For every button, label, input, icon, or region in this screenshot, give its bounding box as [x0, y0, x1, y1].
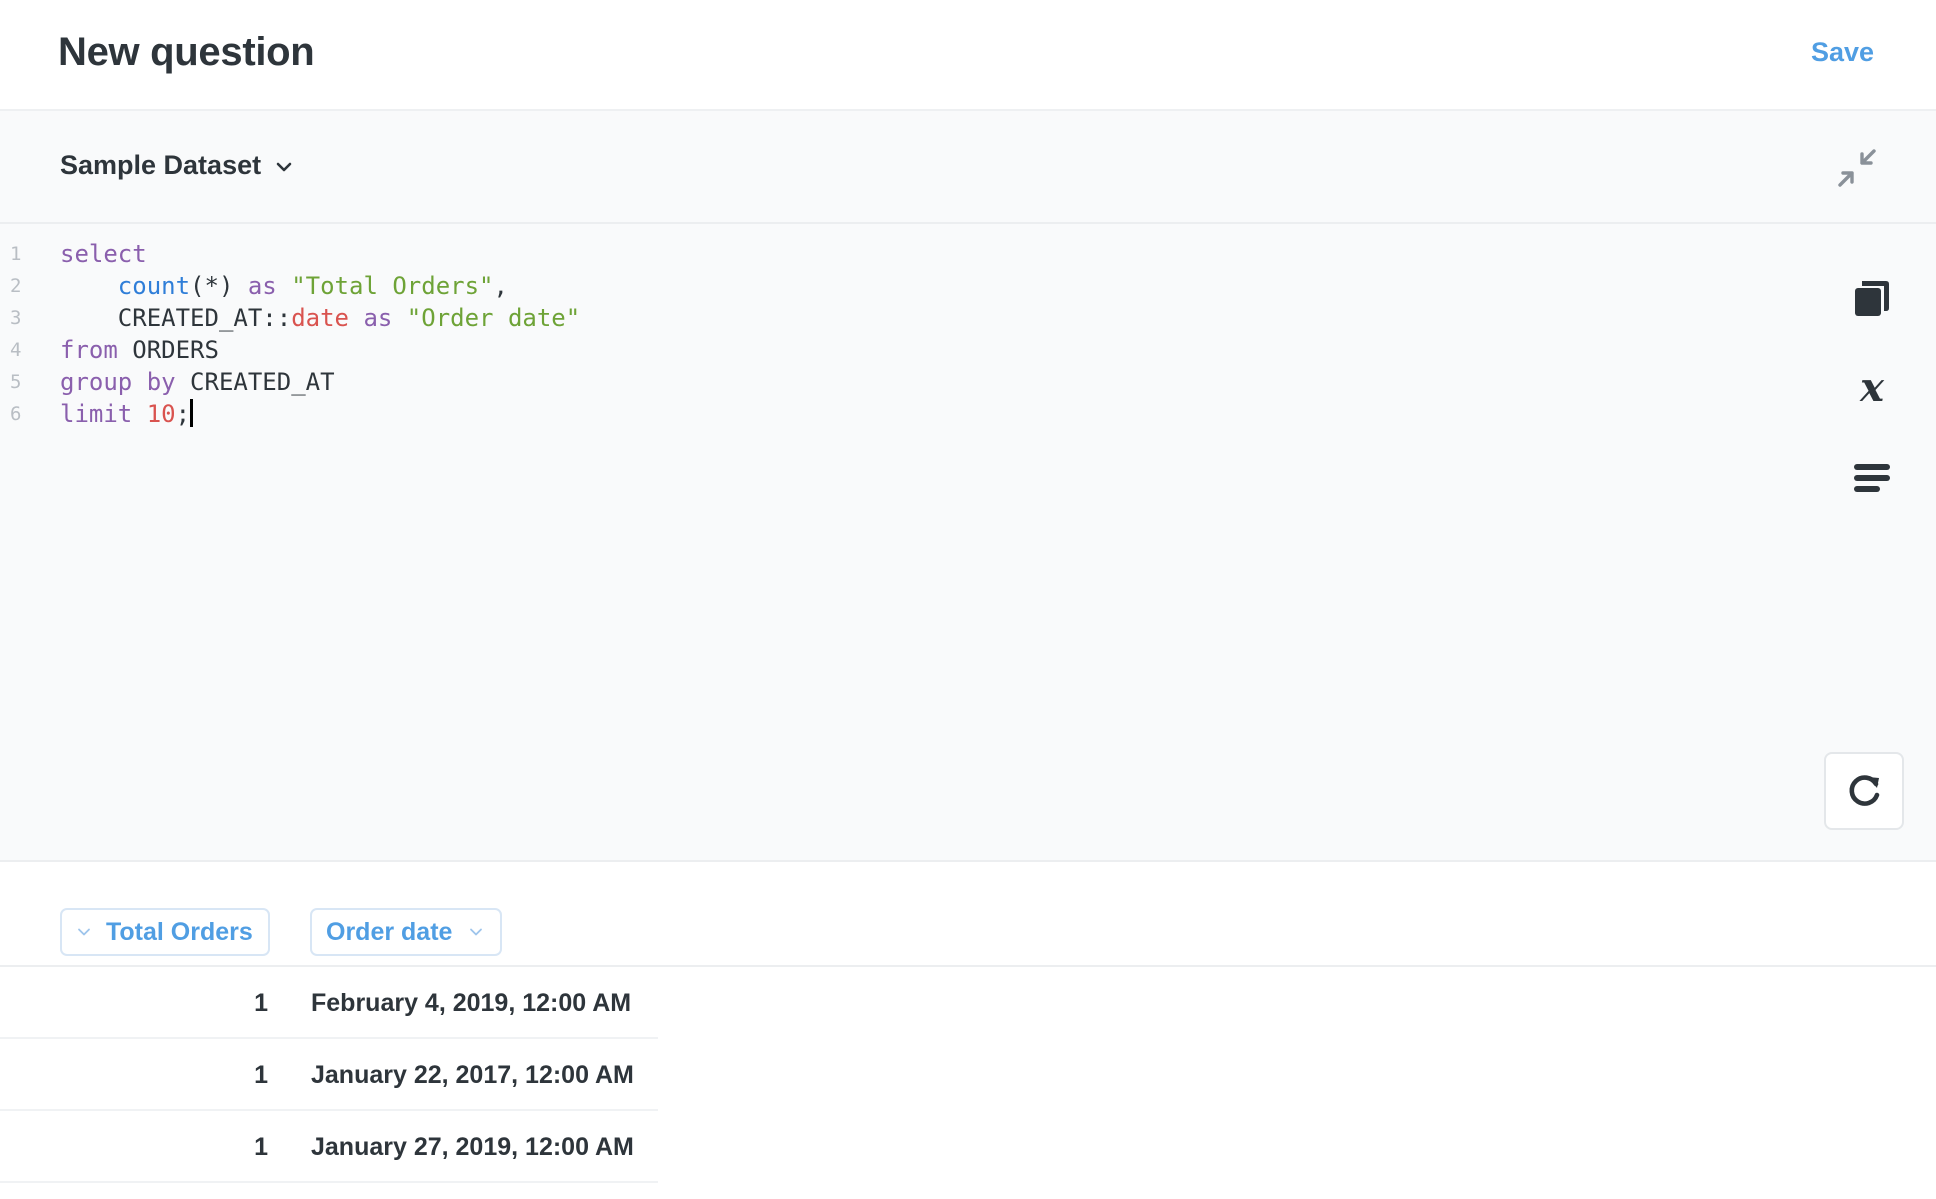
variables-icon: x — [1859, 368, 1885, 408]
chevron-down-icon — [470, 928, 483, 936]
code-token: as — [247, 272, 277, 300]
run-query-button[interactable] — [1824, 752, 1904, 830]
text-cursor — [190, 399, 194, 427]
editor-toolbar: Sample Dataset — [0, 111, 1936, 224]
code-token: "Total Orders" — [291, 272, 494, 300]
code-token: CREATED_AT — [175, 368, 335, 396]
code-text: limit 10; — [60, 398, 194, 430]
results-table: Total Orders Order date 1 February 4, 20… — [0, 864, 1936, 1199]
code-text: group by CREATED_AT — [60, 366, 335, 398]
column-label: Total Orders — [106, 917, 253, 946]
data-reference-icon — [1855, 281, 1889, 316]
sql-editor[interactable]: 1 select 2 count(*) as "Total Orders", 3 CR… — [0, 224, 1936, 1090]
column-header-order-date[interactable]: Order date — [310, 908, 502, 956]
table-header-row: Total Orders Order date — [0, 864, 1936, 967]
table-row[interactable]: 1 January 22, 2017, 12:00 AM — [0, 1039, 658, 1111]
line-number: 6 — [10, 403, 22, 425]
line-number: 2 — [10, 275, 22, 297]
contract-icon[interactable] — [1838, 149, 1876, 187]
code-text: select — [60, 238, 147, 270]
table-row[interactable]: 1 January 27, 2019, 12:00 AM — [0, 1111, 658, 1183]
save-button[interactable]: Save — [1811, 37, 1874, 68]
code-token: count — [117, 272, 191, 300]
line-number: 3 — [10, 307, 22, 329]
code-token: "Order date" — [406, 304, 581, 332]
page-title: New question — [58, 30, 315, 74]
refresh-icon — [1849, 775, 1880, 806]
variables-button[interactable]: x — [1842, 358, 1902, 418]
line-number: 5 — [10, 371, 22, 393]
cell-order-date: February 4, 2019, 12:00 AM — [311, 989, 632, 1017]
code-token: ORDERS — [117, 336, 219, 364]
code-token: limit — [60, 400, 133, 428]
cell-order-date: January 27, 2019, 12:00 AM — [311, 1133, 634, 1161]
code-token: 10 — [146, 400, 176, 428]
line-number: 1 — [10, 243, 22, 265]
cell-total-orders: 1 — [254, 1133, 268, 1161]
cell-order-date: January 22, 2017, 12:00 AM — [311, 1061, 634, 1089]
code-text: CREATED_AT::date as "Order date" — [60, 302, 580, 334]
code-token: date — [291, 304, 349, 332]
code-token: as — [363, 304, 393, 332]
code-token: CREATED_AT:: — [60, 304, 292, 332]
column-label: Order date — [326, 917, 453, 946]
database-picker[interactable]: Sample Dataset — [60, 150, 293, 181]
code-token: from — [60, 336, 118, 364]
code-token: group by — [60, 368, 176, 396]
data-reference-button[interactable] — [1842, 268, 1902, 328]
chevron-down-icon — [276, 162, 292, 171]
code-text: from ORDERS — [60, 334, 219, 366]
code-token: , — [493, 272, 508, 300]
code-token: select — [60, 240, 147, 268]
column-header-total-orders[interactable]: Total Orders — [60, 908, 270, 956]
snippets-icon — [1854, 464, 1890, 492]
svg-text:x: x — [1859, 368, 1885, 408]
app-header: New question Save — [0, 0, 1936, 111]
code-token: (*) — [190, 272, 248, 300]
code-token: ; — [175, 400, 191, 428]
table-row[interactable]: 1 February 4, 2019, 12:00 AM — [0, 967, 658, 1039]
line-number: 4 — [10, 339, 22, 361]
snippets-button[interactable] — [1842, 448, 1902, 508]
cell-total-orders: 1 — [254, 989, 268, 1017]
editor-side-tools: x — [1842, 268, 1902, 538]
code-text: count(*) as "Total Orders", — [60, 270, 508, 302]
chevron-down-icon — [78, 928, 90, 936]
cell-total-orders: 1 — [254, 1061, 268, 1089]
database-name: Sample Dataset — [60, 150, 262, 180]
